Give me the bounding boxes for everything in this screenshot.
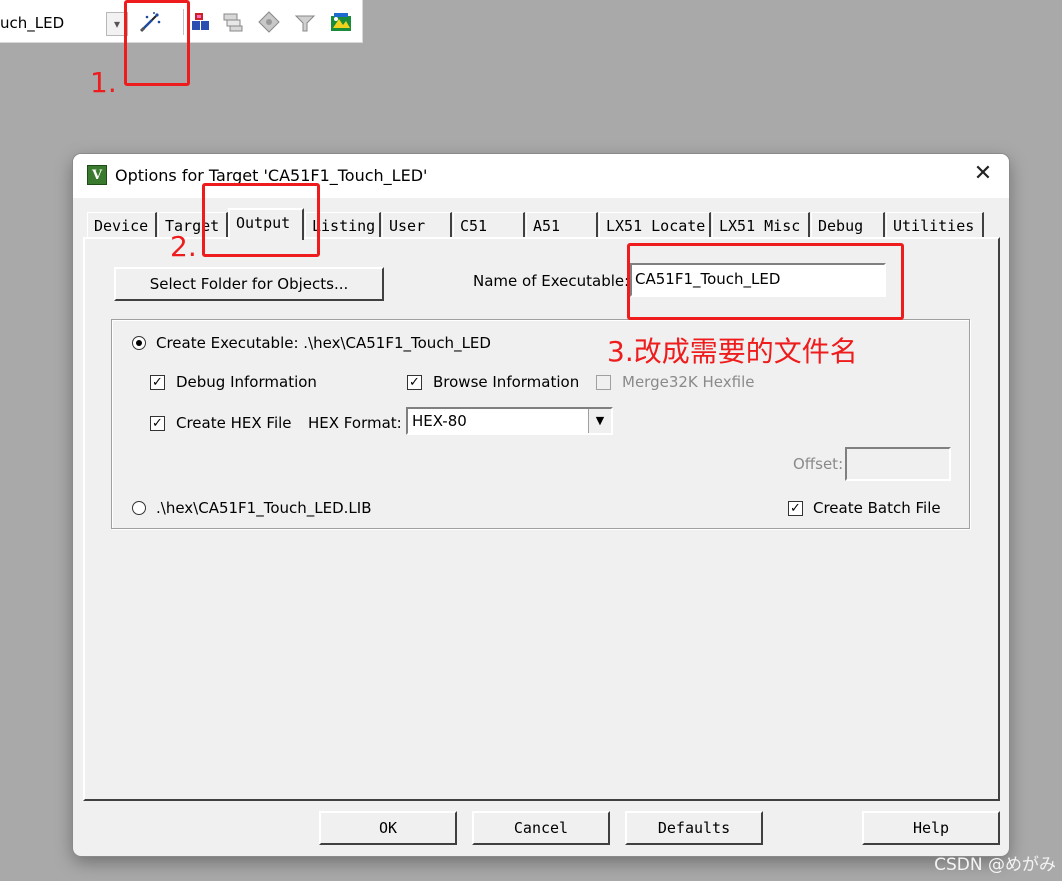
create-batch-checkbox[interactable]: ✓ [788,501,803,516]
merge-hexfile-checkbox [596,375,611,390]
close-icon[interactable]: ✕ [969,160,997,188]
tab-debug[interactable]: Debug [811,212,885,238]
browse-info-checkbox[interactable]: ✓ [407,375,422,390]
tab-user[interactable]: User [382,212,452,238]
tab-utilities[interactable]: Utilities [886,212,984,238]
offset-field [845,447,951,481]
create-hex-checkbox[interactable]: ✓ [150,416,165,431]
debug-info-label: Debug Information [176,373,317,391]
create-hex-label: Create HEX File [176,414,292,432]
browse-info-label: Browse Information [433,373,580,391]
rebuild-icon[interactable] [257,10,281,34]
hex-format-value: HEX-80 [412,412,467,430]
create-library-radio[interactable] [132,501,146,515]
create-library-label: .\hex\CA51F1_Touch_LED.LIB [156,499,372,517]
create-batch-label: Create Batch File [813,499,941,517]
watermark: CSDN @めがみ [934,855,1056,875]
annotation-step-2: 2. [170,230,197,263]
download-icon[interactable] [293,10,317,34]
tab-device[interactable]: Device [87,212,157,238]
build-icon[interactable] [221,10,245,34]
annotation-step-1: 1. [90,66,117,99]
hex-format-label: HEX Format: [308,414,402,432]
select-folder-button[interactable]: Select Folder for Objects... [114,267,384,301]
translate-icon[interactable] [189,10,213,34]
batch-build-icon[interactable] [329,10,353,34]
keil-app-icon: V [87,165,107,185]
create-executable-radio[interactable] [132,336,146,350]
tab-output[interactable]: Output [228,208,304,240]
target-name-combo-text[interactable]: uch_LED [0,14,64,32]
tab-lx51-locate[interactable]: LX51 Locate [599,212,711,238]
defaults-button[interactable]: Defaults [625,811,763,845]
cancel-button[interactable]: Cancel [472,811,610,845]
debug-info-checkbox[interactable]: ✓ [150,375,165,390]
tab-a51[interactable]: A51 [526,212,598,238]
create-executable-label: Create Executable: .\hex\CA51F1_Touch_LE… [156,334,491,352]
merge-hexfile-label: Merge32K Hexfile [622,373,755,391]
ok-button[interactable]: OK [319,811,457,845]
offset-label: Offset: [793,455,844,473]
hex-format-select[interactable]: HEX-80 ▼ [406,407,613,435]
annotation-box-3 [627,243,904,320]
help-button[interactable]: Help [862,811,1000,845]
annotation-step-3: 3.改成需要的文件名 [607,335,858,368]
tab-lx51-misc[interactable]: LX51 Misc [712,212,810,238]
name-of-executable-label: Name of Executable: [473,272,630,290]
tab-c51[interactable]: C51 [453,212,525,238]
annotation-box-1 [124,0,190,86]
dropdown-arrow-icon[interactable]: ▼ [588,409,611,433]
